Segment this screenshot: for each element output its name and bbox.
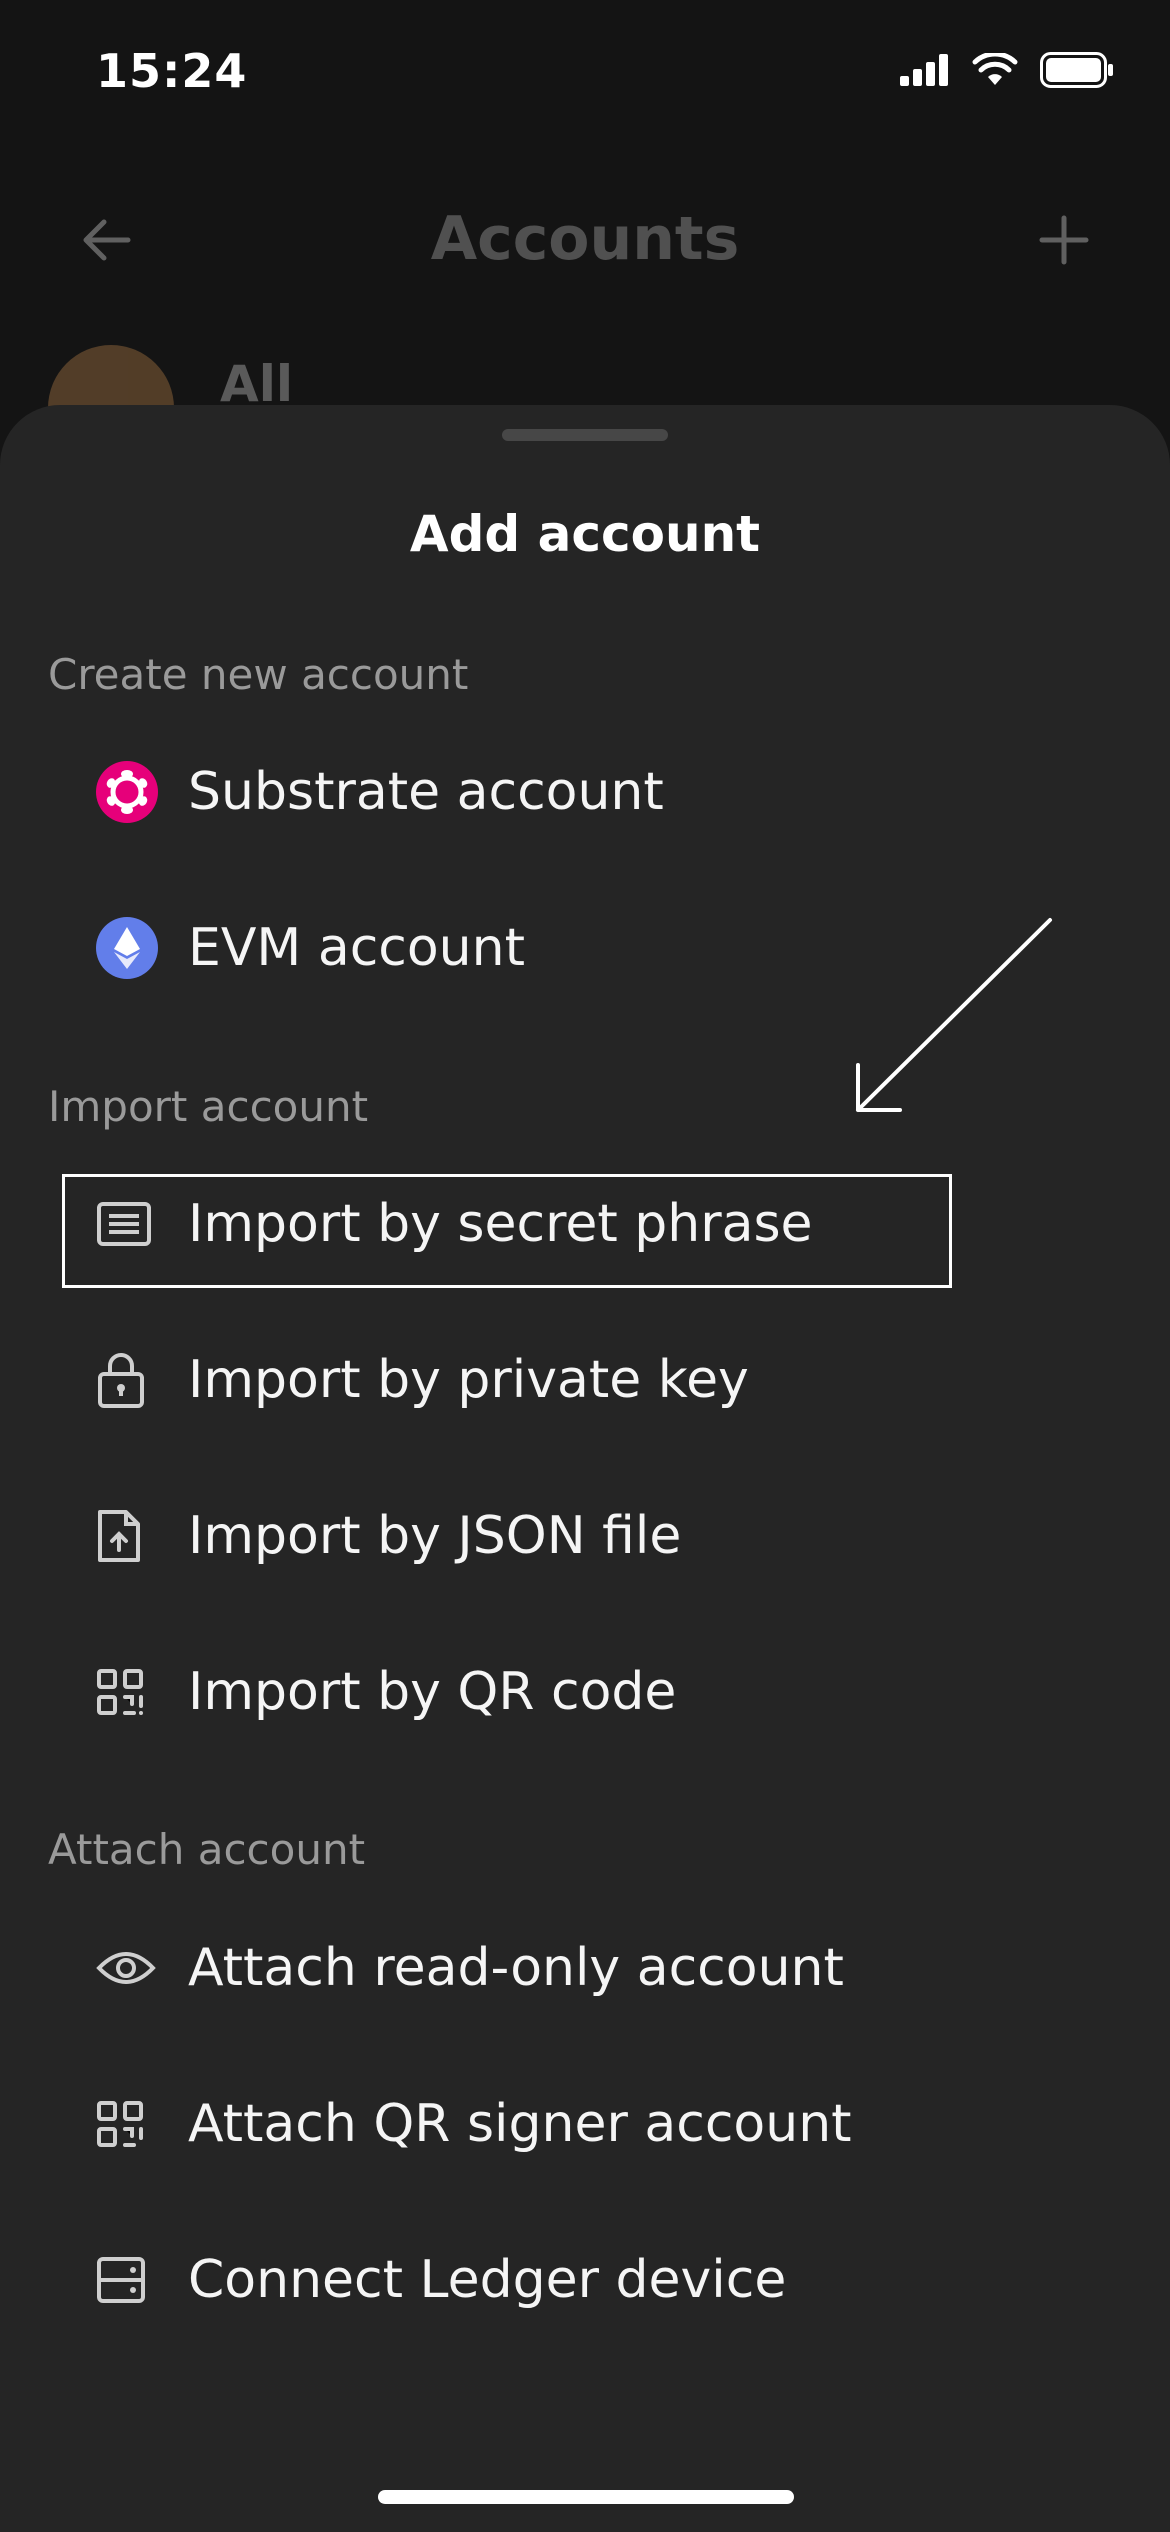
import-qr-code-item[interactable]: Import by QR code [62,1632,962,1752]
attach-read-only-item[interactable]: Attach read-only account [62,1908,962,2028]
section-label-import: Import account [48,1082,369,1131]
file-upload-icon [62,1476,188,1596]
connect-ledger-label: Connect Ledger device [188,2250,787,2310]
attach-qr-signer-label: Attach QR signer account [188,2094,852,2154]
home-indicator[interactable] [378,2490,794,2504]
attach-qr-signer-item[interactable]: Attach QR signer account [62,2064,962,2184]
import-json-file-label: Import by JSON file [188,1506,682,1566]
screen: 15:24 Accounts All Add account Create ne… [0,0,1170,2532]
import-private-key-label: Import by private key [188,1350,749,1410]
substrate-account-label: Substrate account [188,762,664,822]
lock-icon [62,1320,188,1440]
section-label-create: Create new account [48,650,469,699]
cellular-signal-icon [900,54,948,86]
background-header: Accounts [0,170,1170,310]
substrate-account-item[interactable]: Substrate account [62,732,962,852]
add-account-sheet: Add account [0,405,1170,2532]
status-icons [900,52,1114,88]
battery-icon [1040,52,1113,88]
eye-icon [62,1908,188,2028]
sheet-grabber[interactable] [502,429,668,441]
import-secret-phrase-label: Import by secret phrase [188,1194,813,1254]
sheet-title: Add account [409,505,761,563]
import-private-key-item[interactable]: Import by private key [62,1320,962,1440]
ethereum-icon [62,888,188,1008]
document-lines-icon [62,1164,188,1284]
background-title: Accounts [430,204,740,274]
server-icon [62,2220,188,2340]
import-json-file-item[interactable]: Import by JSON file [62,1476,962,1596]
import-secret-phrase-item[interactable]: Import by secret phrase [62,1164,962,1284]
status-time: 15:24 [96,44,248,98]
wifi-icon [972,53,1018,85]
attach-read-only-label: Attach read-only account [188,1938,844,1998]
pointer-arrow-icon [856,918,1052,1112]
status-bar: 15:24 [0,0,1170,150]
plus-icon [1039,215,1089,265]
connect-ledger-item[interactable]: Connect Ledger device [62,2220,962,2340]
section-label-attach: Attach account [48,1825,366,1874]
polkadot-icon [62,732,188,852]
qr-code-icon [62,2064,188,2184]
evm-account-label: EVM account [188,918,525,978]
qr-code-icon [62,1632,188,1752]
import-qr-code-label: Import by QR code [188,1662,677,1722]
evm-account-item[interactable]: EVM account [62,888,962,1008]
